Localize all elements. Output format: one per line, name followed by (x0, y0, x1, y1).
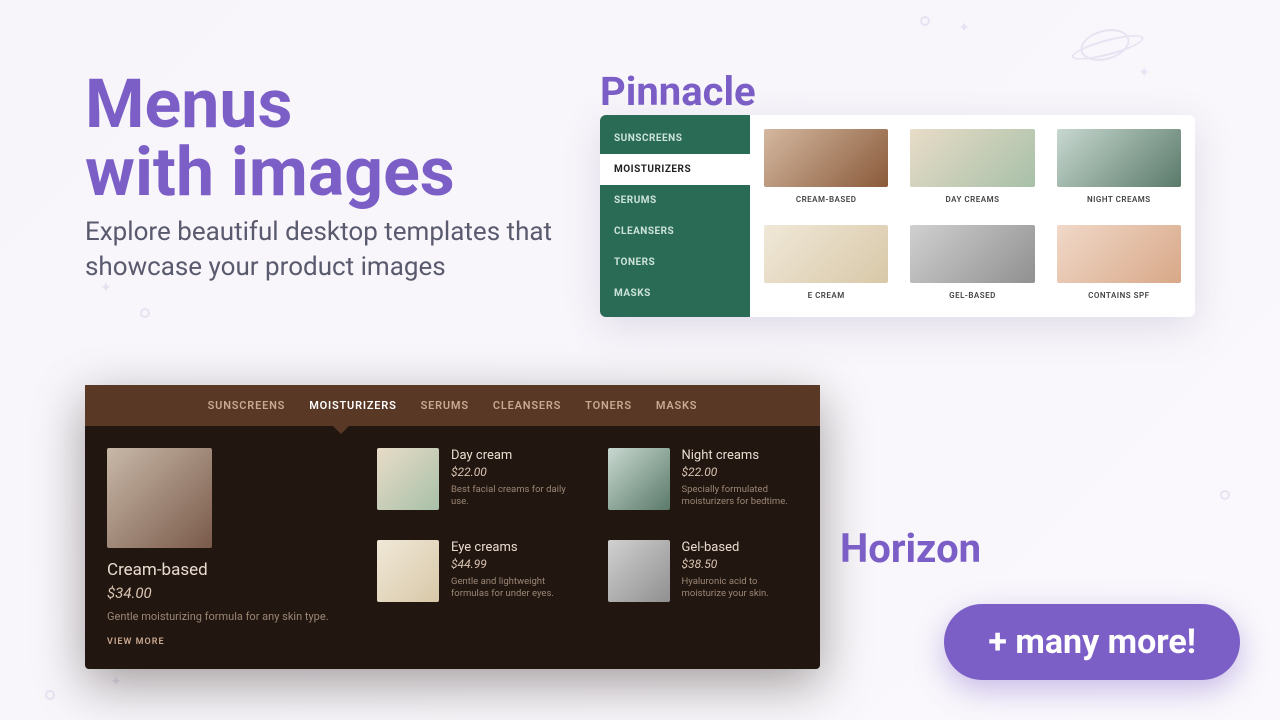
product-cell[interactable]: NIGHT CREAMS (1057, 129, 1181, 207)
product-column: Night creams $22.00 Specially formulated… (608, 448, 799, 647)
product-cell[interactable]: DAY CREAMS (910, 129, 1034, 207)
title-line2: with images (85, 132, 455, 212)
horizon-body: Cream-based $34.00 Gentle moisturizing f… (85, 426, 820, 669)
sidebar-item-cleansers[interactable]: CLEANSERS (600, 216, 750, 247)
circle-icon (920, 16, 930, 26)
sparkle-icon: ✦ (958, 20, 970, 36)
product-item[interactable]: Night creams $22.00 Specially formulated… (608, 448, 799, 510)
featured-price: $34.00 (107, 584, 337, 602)
product-caption: CREAM-BASED (764, 195, 888, 204)
featured-name: Cream-based (107, 560, 337, 580)
item-price: $22.00 (451, 465, 568, 479)
product-thumb (1057, 129, 1181, 187)
item-name: Day cream (451, 448, 568, 463)
product-cell[interactable]: CONTAINS SPF (1057, 225, 1181, 303)
product-caption: CONTAINS SPF (1057, 291, 1181, 300)
product-item[interactable]: Day cream $22.00 Best facial creams for … (377, 448, 568, 510)
tab-moisturizers[interactable]: MOISTURIZERS (309, 399, 396, 412)
sidebar-item-moisturizers[interactable]: MOISTURIZERS (600, 154, 750, 185)
featured-thumb (107, 448, 212, 548)
item-thumb (377, 448, 439, 510)
product-caption: GEL-BASED (910, 291, 1034, 300)
tab-masks[interactable]: MASKS (656, 399, 697, 412)
sidebar-item-sunscreens[interactable]: SUNSCREENS (600, 123, 750, 154)
item-desc: Best facial creams for daily use. (451, 484, 568, 509)
product-cell[interactable]: GEL-BASED (910, 225, 1034, 303)
product-item[interactable]: Gel-based $38.50 Hyaluronic acid to mois… (608, 540, 799, 602)
tab-serums[interactable]: SERUMS (421, 399, 469, 412)
product-cell[interactable]: CREAM-BASED (764, 129, 888, 207)
circle-icon (140, 308, 150, 318)
product-caption: E CREAM (764, 291, 888, 300)
sidebar-item-toners[interactable]: TONERS (600, 247, 750, 278)
item-price: $38.50 (682, 557, 799, 571)
product-thumb (910, 225, 1034, 283)
product-item[interactable]: Eye creams $44.99 Gentle and lightweight… (377, 540, 568, 602)
item-desc: Hyaluronic acid to moisturize your skin. (682, 576, 799, 601)
page-title: Menus with images (85, 70, 455, 206)
product-thumb (910, 129, 1034, 187)
product-column: Day cream $22.00 Best facial creams for … (377, 448, 568, 647)
sparkle-icon: ✦ (110, 674, 122, 690)
item-thumb (377, 540, 439, 602)
circle-icon (45, 690, 55, 700)
product-cell[interactable]: E CREAM (764, 225, 888, 303)
tab-sunscreens[interactable]: SUNSCREENS (208, 399, 286, 412)
item-thumb (608, 540, 670, 602)
tab-toners[interactable]: TONERS (585, 399, 632, 412)
item-thumb (608, 448, 670, 510)
sparkle-icon: ✦ (1138, 65, 1150, 81)
product-caption: NIGHT CREAMS (1057, 195, 1181, 204)
pinnacle-sidebar: SUNSCREENS MOISTURIZERS SERUMS CLEANSERS… (600, 115, 750, 317)
tab-cleansers[interactable]: CLEANSERS (493, 399, 561, 412)
page-subtitle: Explore beautiful desktop templates that… (85, 215, 565, 285)
pinnacle-grid: CREAM-BASED DAY CREAMS NIGHT CREAMS E CR… (750, 115, 1195, 317)
planet-icon (1077, 24, 1133, 66)
featured-product[interactable]: Cream-based $34.00 Gentle moisturizing f… (107, 448, 337, 647)
horizon-template: SUNSCREENS MOISTURIZERS SERUMS CLEANSERS… (85, 385, 820, 669)
product-thumb (764, 129, 888, 187)
item-desc: Gentle and lightweight formulas for unde… (451, 576, 568, 601)
product-caption: DAY CREAMS (910, 195, 1034, 204)
item-name: Eye creams (451, 540, 568, 555)
item-desc: Specially formulated moisturizers for be… (682, 484, 799, 509)
featured-desc: Gentle moisturizing formula for any skin… (107, 610, 337, 623)
sidebar-item-serums[interactable]: SERUMS (600, 185, 750, 216)
circle-icon (1220, 490, 1230, 500)
pinnacle-label: Pinnacle (600, 68, 756, 115)
sidebar-item-masks[interactable]: MASKS (600, 278, 750, 309)
product-thumb (764, 225, 888, 283)
many-more-button[interactable]: + many more! (944, 604, 1240, 680)
view-more-link[interactable]: VIEW MORE (107, 637, 337, 647)
product-thumb (1057, 225, 1181, 283)
pinnacle-template: SUNSCREENS MOISTURIZERS SERUMS CLEANSERS… (600, 115, 1195, 317)
item-name: Gel-based (682, 540, 799, 555)
horizon-label: Horizon (840, 525, 981, 572)
item-price: $22.00 (682, 465, 799, 479)
item-name: Night creams (682, 448, 799, 463)
item-price: $44.99 (451, 557, 568, 571)
horizon-tabs: SUNSCREENS MOISTURIZERS SERUMS CLEANSERS… (85, 385, 820, 426)
